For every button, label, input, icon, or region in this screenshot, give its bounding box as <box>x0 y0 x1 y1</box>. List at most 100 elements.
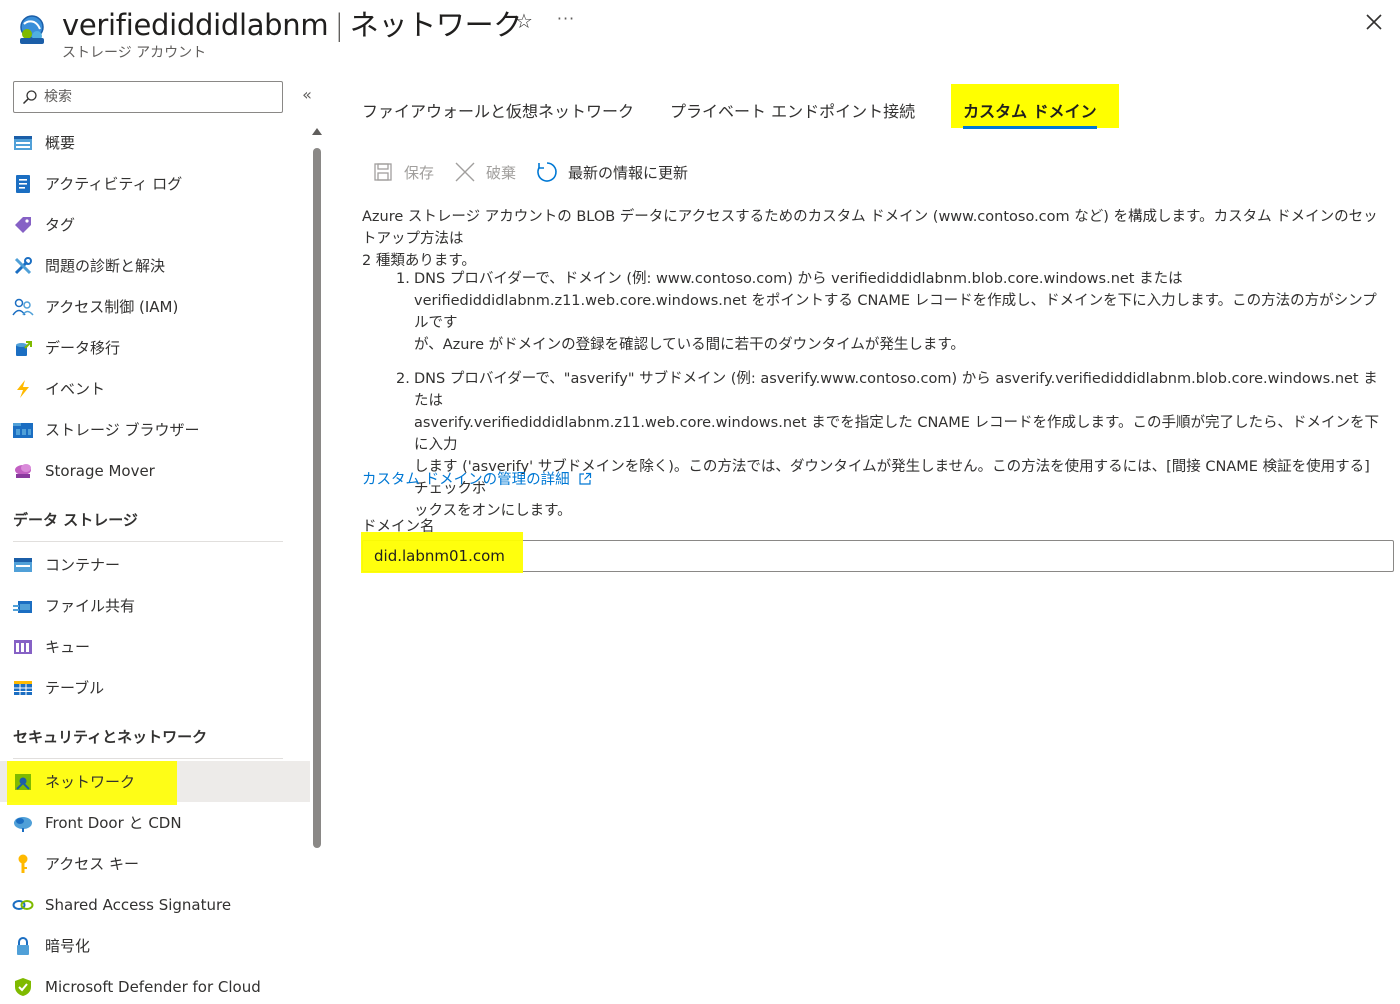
sidebar-item-front-door-cdn[interactable]: Front Door と CDN <box>0 802 310 843</box>
sidebar-item-label: キュー <box>45 638 91 656</box>
domain-name-input[interactable] <box>363 541 1393 571</box>
sidebar-item-sas[interactable]: Shared Access Signature <box>0 884 310 925</box>
save-button[interactable]: 保存 <box>372 161 434 183</box>
learn-more-link-text: カスタム ドメインの管理の詳細 <box>362 472 570 488</box>
container-icon <box>12 554 34 576</box>
page-title: verifiediddidlabnm | ネットワーク <box>62 2 522 44</box>
event-icon <box>12 378 34 400</box>
sidebar-item-label: ネットワーク <box>45 773 136 791</box>
sidebar-item-label: アクセス制御 (IAM) <box>45 298 179 316</box>
sidebar-item-label: イベント <box>45 380 106 398</box>
group-header-data-storage: データ ストレージ <box>13 511 138 529</box>
group-divider <box>13 541 283 542</box>
sidebar-scrollbar[interactable] <box>312 128 322 1004</box>
sidebar-item-activity-log[interactable]: アクティビティ ログ <box>0 163 310 204</box>
sidebar-item-label: アクセス キー <box>45 855 140 873</box>
sidebar-item-label: ファイル共有 <box>45 597 136 615</box>
network-icon <box>12 771 34 793</box>
learn-more-link[interactable]: カスタム ドメインの管理の詳細 <box>362 468 592 489</box>
encryption-icon <box>12 935 34 957</box>
close-icon[interactable] <box>1362 10 1386 34</box>
collapse-sidebar-icon[interactable]: « <box>297 85 317 107</box>
refresh-label: 最新の情報に更新 <box>568 163 689 182</box>
sidebar: « 概要 アクティビティ ログ タグ 問題の診断と解決 <box>0 70 326 1004</box>
tab-firewall-vnet[interactable]: ファイアウォールと仮想ネットワーク <box>362 84 634 130</box>
table-icon <box>12 677 34 699</box>
access-key-icon <box>12 853 34 875</box>
command-bar: 保存 破棄 最新の情報に更新 <box>372 158 708 186</box>
activity-log-icon <box>12 173 34 195</box>
front-door-icon <box>12 812 34 834</box>
group-header-security-networking: セキュリティとネットワーク <box>13 728 208 746</box>
sidebar-item-label: Microsoft Defender for Cloud <box>45 977 261 996</box>
sidebar-item-diagnose[interactable]: 問題の診断と解決 <box>0 245 310 286</box>
main-content: ファイアウォールと仮想ネットワーク プライベート エンドポイント接続 カスタム … <box>361 70 1396 1004</box>
queue-icon <box>12 636 34 658</box>
sidebar-item-tags[interactable]: タグ <box>0 204 310 245</box>
iam-icon <box>12 296 34 318</box>
sidebar-item-queues[interactable]: キュー <box>0 626 310 667</box>
step-line: DNS プロバイダーで、ドメイン (例: www.contoso.com) から… <box>414 271 1183 287</box>
description-text: Azure ストレージ アカウントの BLOB データにアクセスするためのカスタ… <box>362 206 1392 272</box>
sidebar-item-label: 暗号化 <box>45 937 91 955</box>
save-icon <box>372 161 394 183</box>
sidebar-item-data-migration[interactable]: データ移行 <box>0 327 310 368</box>
title-separator: | <box>334 8 344 42</box>
sidebar-item-storage-mover[interactable]: Storage Mover <box>0 450 310 491</box>
sidebar-item-tables[interactable]: テーブル <box>0 667 310 708</box>
storage-account-icon <box>20 15 44 44</box>
sidebar-item-access-keys[interactable]: アクセス キー <box>0 843 310 884</box>
description-line: Azure ストレージ アカウントの BLOB データにアクセスするためのカスタ… <box>362 209 1378 247</box>
sidebar-item-overview[interactable]: 概要 <box>0 122 310 163</box>
sidebar-item-defender[interactable]: Microsoft Defender for Cloud <box>0 966 310 1004</box>
external-link-icon <box>579 472 591 485</box>
setup-step: 1. DNS プロバイダーで、ドメイン (例: www.contoso.com)… <box>396 268 1388 356</box>
data-migration-icon <box>12 337 34 359</box>
defender-icon <box>12 976 34 998</box>
discard-x-icon <box>454 161 476 183</box>
save-label: 保存 <box>404 163 435 182</box>
sidebar-item-encryption[interactable]: 暗号化 <box>0 925 310 966</box>
sidebar-item-label: ストレージ ブラウザー <box>45 421 200 439</box>
sidebar-item-label: Shared Access Signature <box>45 895 232 914</box>
sidebar-item-containers[interactable]: コンテナー <box>0 544 310 585</box>
domain-name-field <box>361 532 1394 573</box>
sidebar-item-iam[interactable]: アクセス制御 (IAM) <box>0 286 310 327</box>
tab-custom-domain[interactable]: カスタム ドメイン <box>951 84 1119 129</box>
tag-icon <box>12 214 34 236</box>
search-input[interactable] <box>44 89 264 105</box>
step-number: 2. <box>396 371 410 387</box>
more-options-icon[interactable]: ··· <box>554 7 578 31</box>
refresh-button[interactable]: 最新の情報に更新 <box>536 161 688 183</box>
sidebar-item-label: 概要 <box>45 134 76 152</box>
group-divider <box>13 758 283 759</box>
tab-private-endpoint[interactable]: プライベート エンドポイント接続 <box>670 84 915 130</box>
sidebar-item-storage-browser[interactable]: ストレージ ブラウザー <box>0 409 310 450</box>
sidebar-item-label: データ移行 <box>45 339 121 357</box>
tab-bar: ファイアウォールと仮想ネットワーク プライベート エンドポイント接続 カスタム … <box>362 84 1119 132</box>
storage-mover-icon <box>12 460 34 482</box>
step-line: asverify.verifiediddidlabnm.z11.web.core… <box>414 415 1380 453</box>
file-share-icon <box>12 595 34 617</box>
diagnose-icon <box>12 255 34 277</box>
refresh-icon <box>536 161 558 183</box>
sidebar-item-label: Front Door と CDN <box>45 814 182 832</box>
storage-browser-icon <box>12 419 34 441</box>
discard-button[interactable]: 破棄 <box>454 161 516 183</box>
sidebar-item-networking[interactable]: ネットワーク <box>0 761 310 805</box>
setup-step: 2. DNS プロバイダーで、"asverify" サブドメイン (例: asv… <box>396 368 1388 522</box>
page-header: verifiediddidlabnm | ネットワーク ストレージ アカウント ☆ … <box>0 0 1400 64</box>
sidebar-search[interactable] <box>13 81 283 113</box>
step-line: verifiediddidlabnm.z11.web.core.windows.… <box>414 293 1377 331</box>
page-name: ネットワーク <box>349 8 523 42</box>
sidebar-item-events[interactable]: イベント <box>0 368 310 409</box>
scroll-up-arrow-icon[interactable] <box>312 128 322 135</box>
page-subtitle: ストレージ アカウント <box>62 45 207 61</box>
search-icon <box>22 90 37 105</box>
favorite-star-icon[interactable]: ☆ <box>512 9 536 33</box>
sidebar-item-file-shares[interactable]: ファイル共有 <box>0 585 310 626</box>
sidebar-nav: 概要 アクティビティ ログ タグ 問題の診断と解決 アクセス制御 (IAM) デ… <box>0 122 310 1004</box>
step-line: が、Azure がドメインの登録を確認している間に若干のダウンタイムが発生します… <box>414 337 965 353</box>
scrollbar-thumb[interactable] <box>313 148 321 848</box>
sidebar-item-label: コンテナー <box>45 556 121 574</box>
